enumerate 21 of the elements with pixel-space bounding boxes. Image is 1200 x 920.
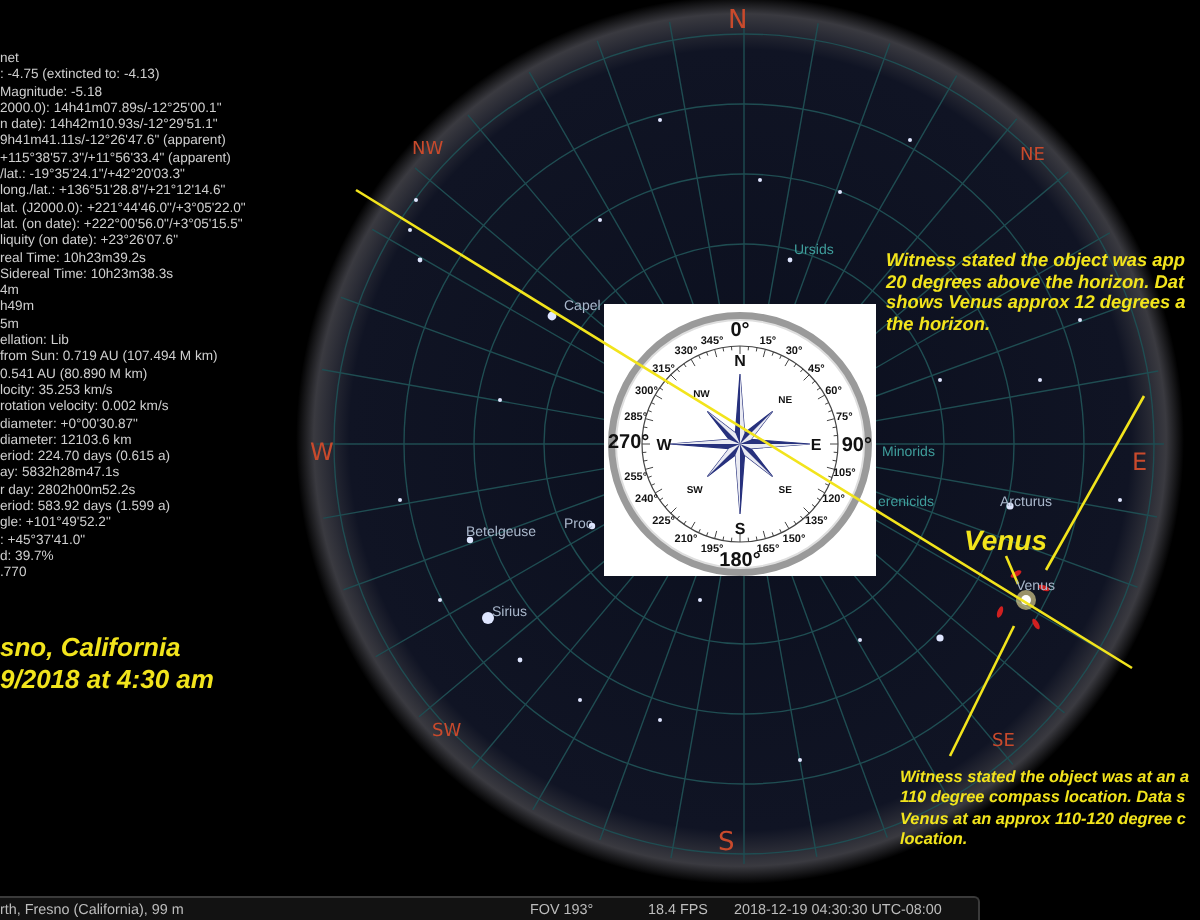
cardinal-label: E: [1132, 450, 1148, 474]
target-label: Venus: [964, 524, 1047, 556]
annotation-text: Witness stated the object was app 20 degrees above the horizon. Dat shows Venus approx 12 degrees a the horizon.: [886, 250, 1186, 335]
cardinal-label: N: [728, 8, 748, 34]
direction-label: E: [810, 436, 822, 454]
cardinal-label: NW: [412, 142, 444, 160]
direction-label: N: [734, 352, 746, 370]
direction-label: W: [656, 436, 672, 454]
location-caption: sno, California 9/2018 at 4:30 am: [0, 632, 214, 696]
annotation-text: Witness stated the object was at an a 110 degree compass location. Data s Venus at an approx 110-120 degree c location.: [900, 768, 1190, 852]
degree-label: 270°: [608, 432, 650, 454]
cardinal-label: SE: [992, 734, 1015, 752]
cardinal-label: NE: [1020, 148, 1045, 166]
cardinal-label: W: [310, 440, 334, 464]
degree-label: 0°: [730, 320, 750, 342]
cardinal-label: SW: [432, 724, 462, 742]
compass-rose-icon: [669, 373, 811, 515]
degree-label: 90°: [841, 435, 872, 457]
cardinal-label: S: [718, 830, 735, 856]
degree-label: 180°: [719, 550, 761, 572]
direction-label: S: [734, 520, 746, 538]
